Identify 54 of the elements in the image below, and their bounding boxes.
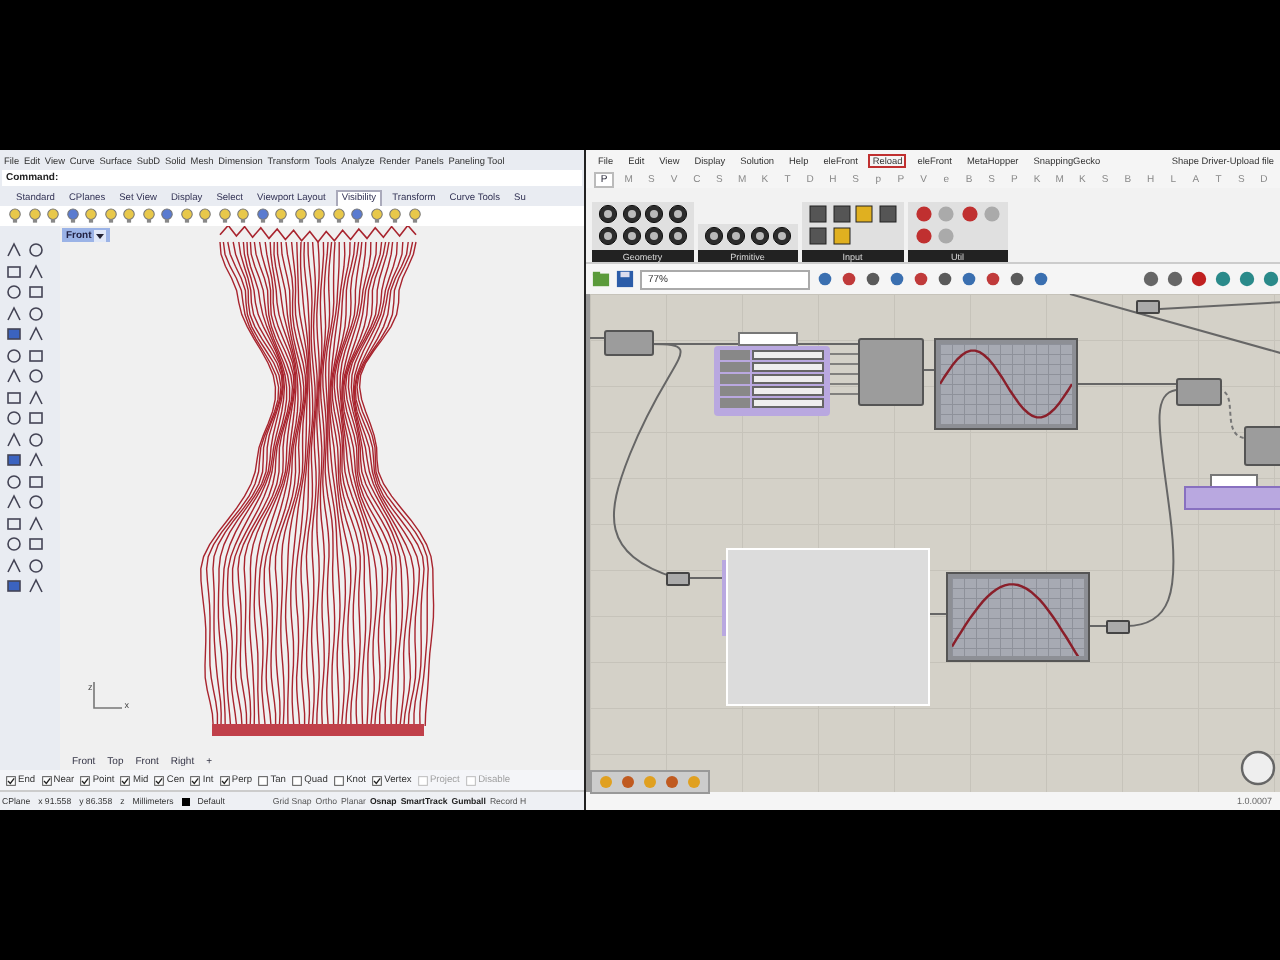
checkbox[interactable] xyxy=(258,775,269,785)
checkbox[interactable] xyxy=(154,775,165,785)
save-icon[interactable] xyxy=(616,270,634,288)
light-bulb-icon[interactable] xyxy=(46,208,60,224)
relay-node[interactable] xyxy=(666,572,690,586)
light-bulb-icon[interactable] xyxy=(65,208,79,224)
checkbox[interactable] xyxy=(120,775,131,785)
slider-group[interactable] xyxy=(714,346,830,416)
light-bulb-icon[interactable] xyxy=(217,208,231,224)
light-bulb-icon[interactable] xyxy=(103,208,117,224)
dropdown-icon[interactable] xyxy=(93,229,106,241)
wire xyxy=(590,337,605,339)
checkbox[interactable] xyxy=(292,775,303,785)
light-bulb-icon[interactable] xyxy=(236,208,250,224)
component-node[interactable] xyxy=(604,330,654,356)
light-bulb-icon[interactable] xyxy=(388,208,402,224)
light-bulb-icon[interactable] xyxy=(84,208,98,224)
light-bulb-icon[interactable] xyxy=(198,208,212,224)
light-bulb-icon[interactable] xyxy=(369,208,383,224)
light-bulb-icon[interactable] xyxy=(160,208,174,224)
light-bulb-icon[interactable] xyxy=(179,208,193,224)
wire xyxy=(1077,383,1177,385)
light-bulb-icon[interactable] xyxy=(331,208,345,224)
light-bulb-icon[interactable] xyxy=(27,208,41,224)
node-canvas[interactable] xyxy=(586,294,1280,792)
light-bulb-icon[interactable] xyxy=(274,208,288,224)
relay-node[interactable] xyxy=(1136,300,1160,314)
checkbox[interactable] xyxy=(190,775,201,785)
graph-mapper[interactable] xyxy=(934,338,1078,430)
component-node[interactable] xyxy=(1244,426,1280,466)
layer-swatch-icon xyxy=(181,797,190,805)
light-bulb-icon[interactable] xyxy=(293,208,307,224)
checkbox[interactable] xyxy=(334,775,345,785)
checkbox[interactable] xyxy=(219,775,230,785)
checkbox[interactable] xyxy=(80,775,91,785)
component-node[interactable] xyxy=(858,338,924,406)
navigation-widget-icon[interactable] xyxy=(1240,750,1276,786)
light-bulb-icon[interactable] xyxy=(312,208,326,224)
folder-icon[interactable] xyxy=(592,270,610,288)
component-node[interactable] xyxy=(1176,378,1222,406)
graph-mapper[interactable] xyxy=(946,572,1090,662)
axis-icon xyxy=(92,682,125,710)
checkbox[interactable] xyxy=(41,775,52,785)
light-bulb-icon[interactable] xyxy=(122,208,136,224)
checkbox[interactable] xyxy=(372,775,383,785)
wire xyxy=(685,577,727,579)
relay-node[interactable] xyxy=(1106,620,1130,634)
light-bulb-icon[interactable] xyxy=(8,208,22,224)
light-bulb-icon[interactable] xyxy=(255,208,269,224)
checkbox[interactable] xyxy=(6,775,16,785)
group-tag xyxy=(738,332,798,346)
light-bulb-icon[interactable] xyxy=(350,208,364,224)
light-bulb-icon[interactable] xyxy=(141,208,155,224)
light-bulb-icon[interactable] xyxy=(407,208,421,224)
